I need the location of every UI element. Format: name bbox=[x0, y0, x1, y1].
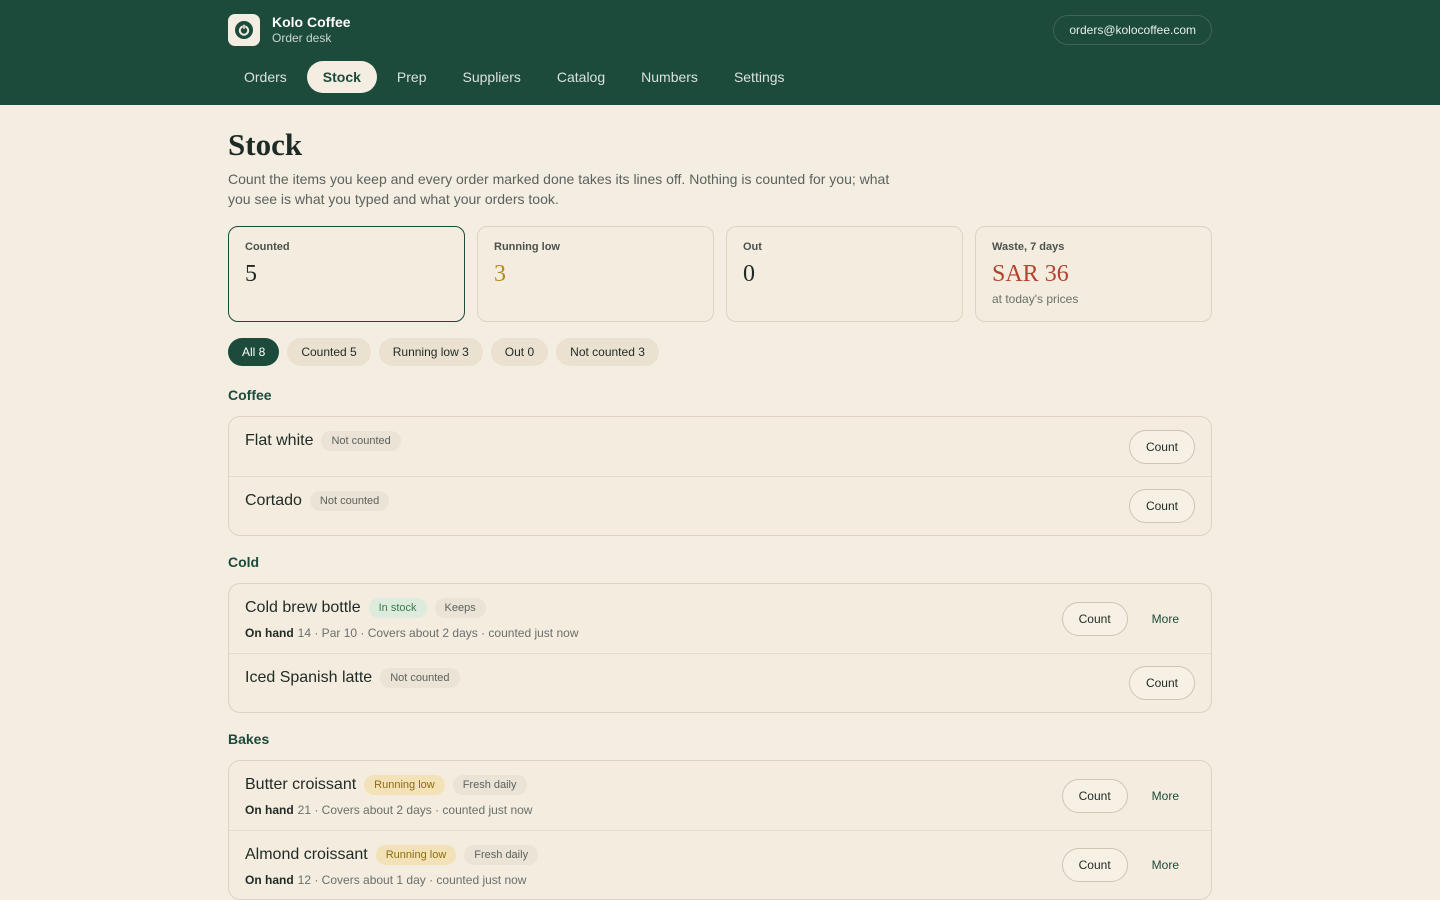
app-subtitle: Order desk bbox=[272, 31, 332, 45]
filter-out[interactable]: Out 0 bbox=[490, 338, 549, 366]
status-badge: Running low bbox=[364, 775, 445, 795]
stat-counted[interactable]: Counted 5 bbox=[228, 226, 465, 322]
group-card-coffee: Flat white Not counted Count Cortado Not… bbox=[228, 416, 1212, 536]
item-meta-text: 12 · Covers about 1 day · counted just n… bbox=[297, 873, 527, 887]
stat-label: Counted bbox=[245, 241, 290, 253]
filter-chips: All 8 Counted 5 Running low 3 Out 0 Not … bbox=[228, 338, 1212, 366]
stat-waste[interactable]: Waste, 7 days SAR 36 at today's prices bbox=[975, 226, 1212, 322]
filter-counted[interactable]: Counted 5 bbox=[287, 338, 371, 366]
item-name: Cortado bbox=[245, 492, 302, 509]
tab-stock[interactable]: Stock bbox=[306, 61, 377, 93]
filter-not-counted[interactable]: Not counted 3 bbox=[556, 338, 659, 366]
count-button[interactable]: Count bbox=[1128, 429, 1195, 464]
list-item: Flat white Not counted Count bbox=[229, 417, 1211, 476]
group-card-bakes: Butter croissant Running low Fresh daily… bbox=[228, 760, 1212, 900]
stat-note: at today's prices bbox=[992, 292, 1079, 306]
stat-value: SAR 36 bbox=[992, 261, 1069, 287]
stat-value: 0 bbox=[743, 261, 755, 287]
item-name: Flat white bbox=[245, 432, 314, 449]
list-item: Cold brew bottle In stock Keeps On hand 1… bbox=[229, 584, 1211, 653]
status-badge: Not counted bbox=[309, 491, 390, 511]
more-button[interactable]: More bbox=[1136, 602, 1195, 636]
type-badge: Fresh daily bbox=[452, 775, 527, 795]
filter-running-low[interactable]: Running low 3 bbox=[378, 338, 483, 366]
stat-running-low[interactable]: Running low 3 bbox=[477, 226, 714, 322]
on-hand-label: On hand bbox=[245, 803, 294, 817]
item-meta: On hand 14 · Par 10 · Covers about 2 days… bbox=[245, 626, 579, 640]
group-title-cold: Cold bbox=[228, 554, 260, 570]
item-name: Iced Spanish latte bbox=[245, 669, 373, 686]
list-item: Almond croissant Running low Fresh daily… bbox=[229, 830, 1211, 899]
list-item: Iced Spanish latte Not counted Count bbox=[229, 653, 1211, 712]
more-button[interactable]: More bbox=[1136, 779, 1195, 813]
item-name: Almond croissant bbox=[245, 846, 368, 863]
status-badge: Not counted bbox=[321, 431, 401, 451]
top-bar: Kolo Coffee Order desk orders@kolocoffee… bbox=[0, 0, 1440, 105]
item-meta-text: 21 · Covers about 2 days · counted just … bbox=[297, 803, 533, 817]
group-title-coffee: Coffee bbox=[228, 387, 272, 403]
app-name: Kolo Coffee bbox=[272, 14, 351, 30]
on-hand-label: On hand bbox=[245, 873, 294, 887]
item-name: Butter croissant bbox=[245, 776, 357, 793]
more-button[interactable]: More bbox=[1136, 848, 1195, 882]
power-ring-icon bbox=[228, 14, 260, 46]
tab-orders[interactable]: Orders bbox=[228, 61, 303, 93]
main-nav: Orders Stock Prep Suppliers Catalog Numb… bbox=[228, 61, 805, 93]
item-meta-text: 14 · Par 10 · Covers about 2 days · coun… bbox=[297, 626, 579, 640]
tab-settings[interactable]: Settings bbox=[718, 61, 801, 93]
type-badge: Keeps bbox=[434, 598, 486, 618]
group-card-cold: Cold brew bottle In stock Keeps On hand 1… bbox=[228, 583, 1212, 713]
tab-suppliers[interactable]: Suppliers bbox=[447, 61, 537, 93]
count-button[interactable]: Count bbox=[1061, 848, 1128, 882]
brand[interactable]: Kolo Coffee Order desk bbox=[228, 14, 351, 46]
status-badge: Not counted bbox=[380, 668, 460, 688]
stat-label: Waste, 7 days bbox=[992, 241, 1065, 253]
page-intro: Count the items you keep and every order… bbox=[228, 171, 890, 207]
count-button[interactable]: Count bbox=[1128, 666, 1195, 700]
item-meta: On hand 12 · Covers about 1 day · counted… bbox=[245, 873, 526, 887]
list-item: Cortado Not counted Count bbox=[229, 476, 1211, 535]
type-badge: Fresh daily bbox=[464, 845, 539, 865]
page-title: Stock bbox=[228, 127, 303, 162]
group-title-bakes: Bakes bbox=[228, 731, 270, 747]
stats-row: Counted 5 Running low 3 Out 0 Waste, 7 d… bbox=[228, 226, 1212, 322]
account-email-button[interactable]: orders@kolocoffee.com bbox=[1053, 15, 1212, 45]
tab-numbers[interactable]: Numbers bbox=[625, 61, 714, 93]
filter-all[interactable]: All 8 bbox=[228, 338, 280, 366]
list-item: Butter croissant Running low Fresh daily… bbox=[229, 761, 1211, 830]
stat-out[interactable]: Out 0 bbox=[726, 226, 963, 322]
count-button[interactable]: Count bbox=[1128, 489, 1195, 523]
item-meta: On hand 21 · Covers about 2 days · counte… bbox=[245, 803, 532, 817]
stat-value: 5 bbox=[245, 261, 257, 287]
stat-value: 3 bbox=[494, 261, 506, 287]
tab-catalog[interactable]: Catalog bbox=[541, 61, 621, 93]
main-content: Stock Count the items you keep and every… bbox=[228, 105, 1212, 900]
item-name: Cold brew bottle bbox=[245, 599, 361, 616]
stat-label: Out bbox=[743, 241, 762, 253]
count-button[interactable]: Count bbox=[1061, 601, 1128, 636]
status-badge: Running low bbox=[375, 845, 457, 865]
stat-label: Running low bbox=[494, 241, 560, 253]
tab-prep[interactable]: Prep bbox=[381, 61, 443, 93]
count-button[interactable]: Count bbox=[1061, 778, 1128, 813]
status-badge: In stock bbox=[368, 598, 427, 618]
on-hand-label: On hand bbox=[245, 626, 294, 640]
